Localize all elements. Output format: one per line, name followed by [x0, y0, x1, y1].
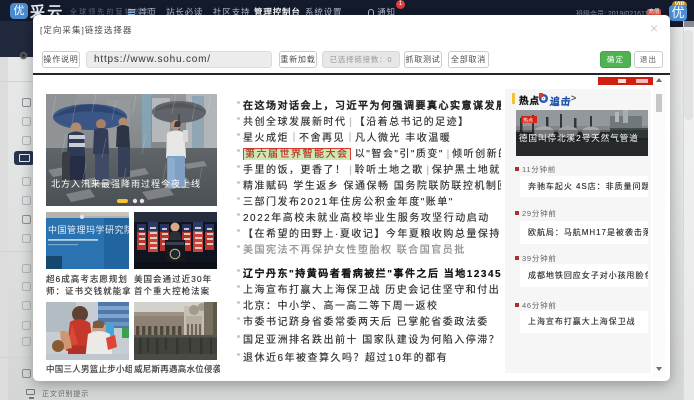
svg-text:热点: 热点 [523, 117, 533, 124]
svg-text:北方入汛来最强降雨过程今夜上线: 北方入汛来最强降雨过程今夜上线 [51, 178, 201, 189]
svg-text:德国叫停北溪2号天然气管道: 德国叫停北溪2号天然气管道 [519, 133, 639, 143]
svg-text:中国管理玛学研究院: 中国管理玛学研究院 [48, 224, 129, 235]
